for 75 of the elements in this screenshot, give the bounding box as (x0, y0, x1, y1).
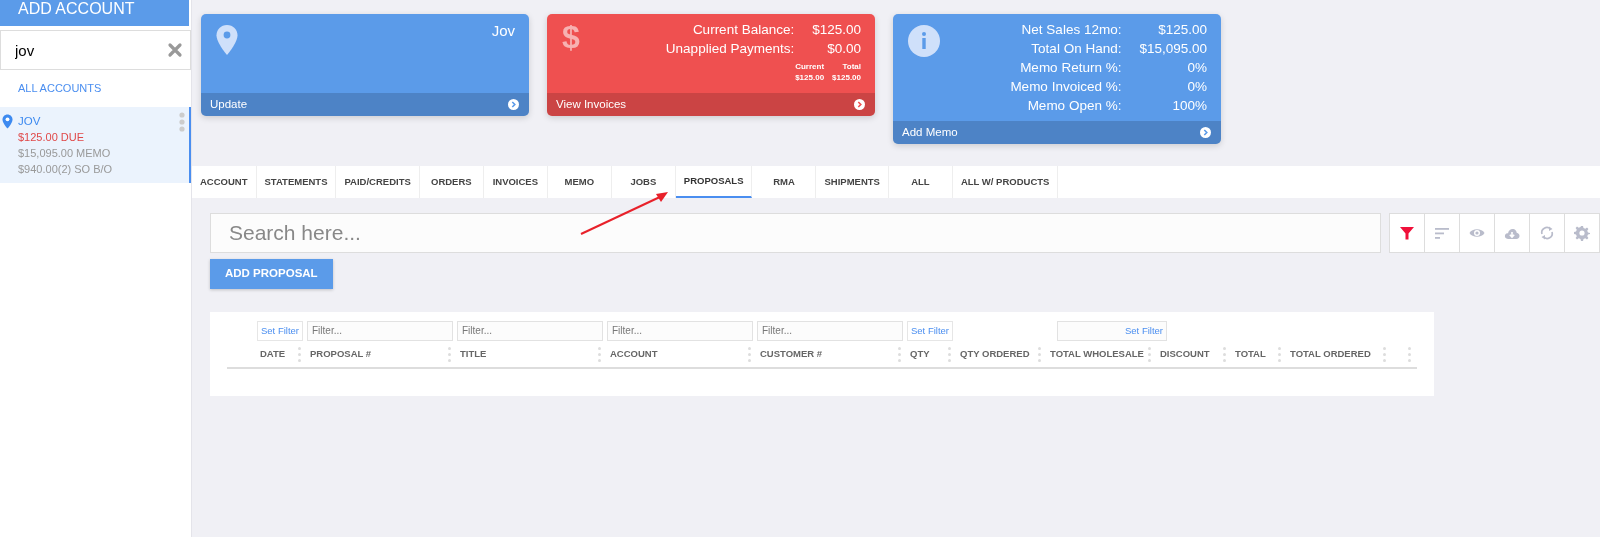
memo-amount: $15,095.00 MEMO (18, 145, 112, 161)
summary-label: Total (842, 61, 861, 72)
filter-field[interactable]: Filter... (757, 320, 903, 341)
set-filter-button[interactable]: Set Filter (907, 321, 953, 342)
column-header[interactable]: CUSTOMER # (760, 347, 823, 362)
toolbar-button[interactable] (1529, 213, 1565, 253)
column-resize-handle (1148, 346, 1151, 362)
summary-value: 0% (1187, 59, 1207, 77)
summary-label: Current Balance: (692, 21, 795, 39)
summary-label: Unapplied Payments: (665, 40, 795, 58)
filter-field[interactable]: Filter... (307, 320, 453, 341)
tab[interactable]: PROPOSALS (675, 166, 753, 198)
column-resize-handle (1383, 346, 1386, 362)
toolbar-button[interactable] (1459, 213, 1495, 253)
summary-value: 100% (1172, 97, 1207, 115)
filter-field[interactable]: Filter... (607, 320, 753, 341)
toolbar-button[interactable] (1389, 213, 1425, 253)
location-pin-icon (2, 113, 13, 129)
kebab-menu-icon (179, 111, 185, 132)
all-accounts-link[interactable]: ALL ACCOUNTS (0, 70, 191, 107)
info-icon (907, 24, 941, 58)
column-resize-handle (748, 346, 751, 362)
summary-value: $125.00 (795, 72, 825, 83)
column-resize-handle (598, 346, 601, 362)
account-search-field[interactable]: jov (0, 30, 191, 70)
column-resize-handle (1038, 346, 1041, 362)
summary-value: $125.00 (1158, 21, 1207, 39)
amount-due: $125.00 DUE (18, 129, 86, 145)
column-resize-handle (898, 346, 901, 362)
account-list-item[interactable]: JOV $125.00 DUE $15,095.00 MEMO $940.00(2) SO B/O (0, 106, 191, 183)
summary-label: Total On Hand: (1031, 40, 1122, 58)
summary-value: 0% (1187, 78, 1207, 96)
column-header[interactable]: ACCOUNT (610, 347, 658, 362)
column-resize-handle (1278, 346, 1281, 362)
summary-value: $0.00 (827, 40, 861, 58)
column-header[interactable]: QTY (910, 347, 930, 362)
column-header[interactable]: TOTAL ORDERED (1290, 347, 1371, 362)
account-name: JOV (18, 113, 42, 129)
summary-value: $15,095.00 (1139, 40, 1207, 58)
card-action-link[interactable]: Update (210, 95, 248, 114)
column-header[interactable]: QTY ORDERED (960, 347, 1030, 362)
column-header[interactable]: TITLE (460, 347, 487, 362)
column-header[interactable]: DISCOUNT (1160, 347, 1210, 362)
chevron-right-icon (1200, 127, 1211, 138)
card-action-link[interactable]: Add Memo (902, 123, 958, 142)
column-header[interactable]: TOTAL (1235, 347, 1266, 362)
toolbar-button[interactable] (1564, 213, 1600, 253)
clear-icon (167, 42, 183, 58)
summary-label: Memo Open %: (1027, 97, 1122, 115)
filter-field[interactable]: Filter... (457, 320, 603, 341)
summary-label: Net Sales 12mo: (1021, 21, 1122, 39)
card-title: Jov (491, 21, 515, 41)
card-action-link[interactable]: View Invoices (556, 95, 627, 114)
summary-value: $125.00 (812, 21, 861, 39)
search-field[interactable]: Search here... (210, 213, 1381, 253)
set-filter-button[interactable]: Set Filter (257, 321, 303, 342)
toolbar-button[interactable] (1494, 213, 1530, 253)
column-header[interactable]: DATE (260, 347, 286, 362)
summary-label: Memo Invoiced %: (1010, 78, 1122, 96)
column-header[interactable]: TOTAL WHOLESALE (1050, 347, 1144, 362)
location-pin-icon (215, 24, 239, 56)
chevron-right-icon (854, 99, 865, 110)
summary-label: Current (795, 61, 825, 72)
column-header[interactable]: PROPOSAL # (310, 347, 372, 362)
chevron-right-icon (508, 99, 519, 110)
column-resize-handle (298, 346, 301, 362)
summary-value: $125.00 (832, 72, 861, 83)
column-resize-handle (948, 346, 951, 362)
dollar-icon: $ (561, 22, 581, 54)
column-resize-handle (448, 346, 451, 362)
summary-label: Memo Return %: (1020, 59, 1122, 77)
backorder-amount: $940.00(2) SO B/O (18, 161, 114, 177)
column-resize-handle (1408, 346, 1411, 362)
column-resize-handle (1223, 346, 1226, 362)
set-filter-button[interactable]: Set Filter (1057, 321, 1167, 342)
